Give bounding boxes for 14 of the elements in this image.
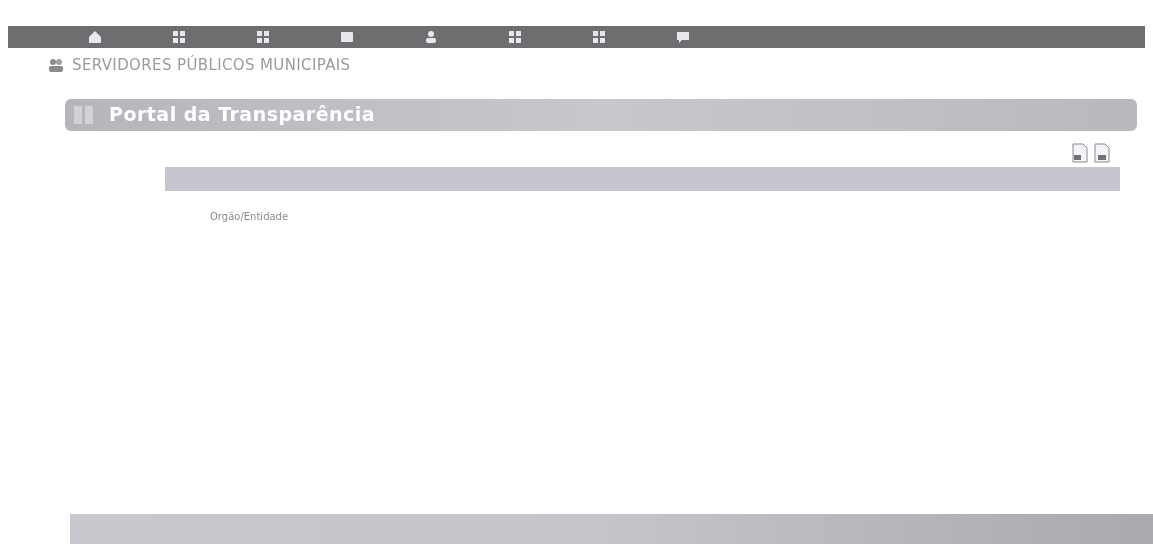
document-icon[interactable] (1093, 142, 1111, 163)
grid-icon[interactable] (256, 30, 270, 44)
card-icon[interactable] (340, 30, 354, 44)
column-header: Orgão/Entidade (210, 210, 289, 222)
home-icon[interactable] (88, 30, 102, 44)
people-icon (48, 58, 64, 73)
banner-title: Portal da Transparência (109, 102, 376, 128)
grid-icon[interactable] (592, 30, 606, 44)
document-icon[interactable] (1071, 142, 1089, 163)
grid-icon[interactable] (508, 30, 522, 44)
page-title: SERVIDORES PÚBLICOS MUNICIPAIS (72, 54, 351, 76)
person-icon[interactable] (424, 30, 438, 44)
grid-icon[interactable] (172, 30, 186, 44)
chat-icon[interactable] (676, 30, 690, 44)
